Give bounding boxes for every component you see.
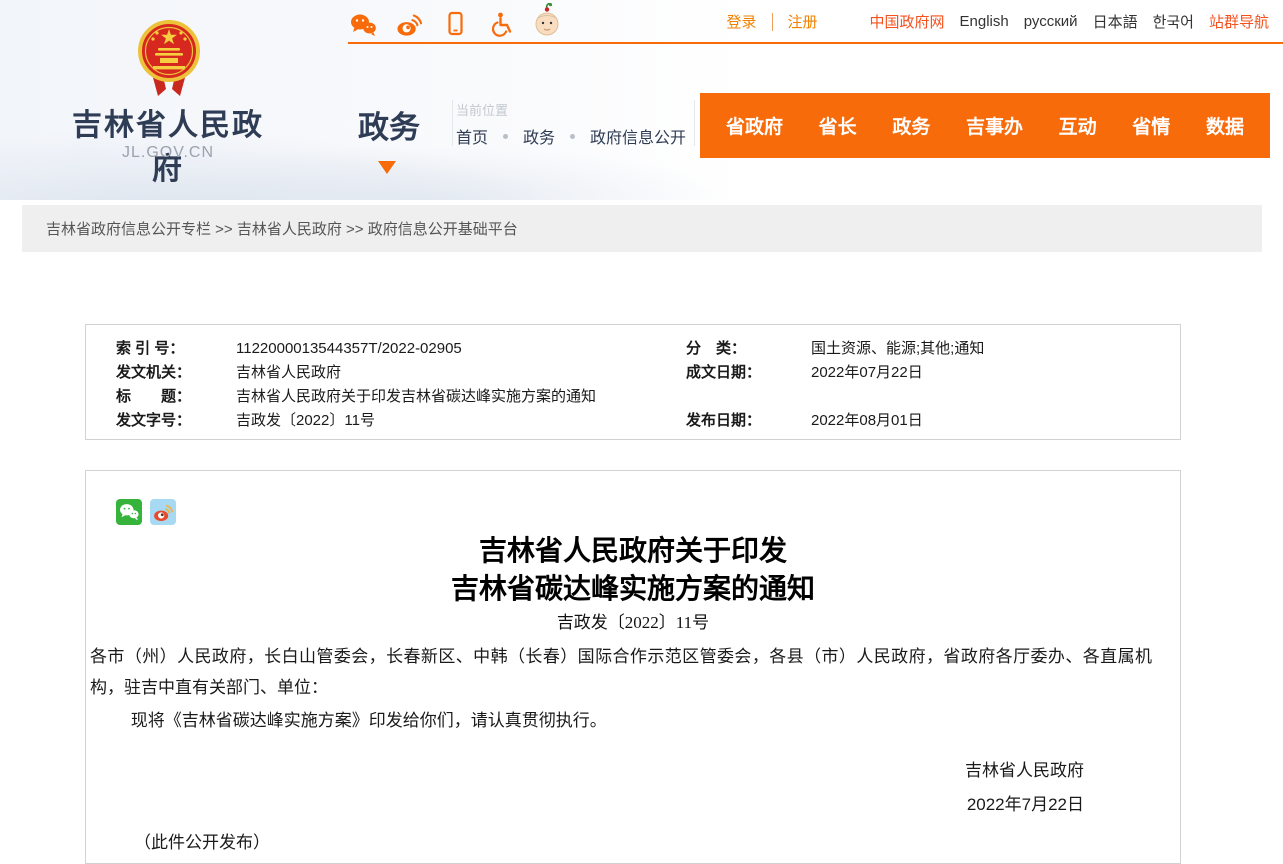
gov-cn-link[interactable]: 中国政府网 xyxy=(870,11,945,32)
meta-value: 吉林省人民政府关于印发吉林省碳达峰实施方案的通知 xyxy=(236,385,596,409)
mobile-icon[interactable] xyxy=(442,5,468,37)
signature-date: 2022年7月22日 xyxy=(86,790,1180,820)
public-release-note: （此件公开发布） xyxy=(134,828,1180,858)
meta-value: 2022年08月01日 xyxy=(811,409,923,433)
wechat-icon[interactable] xyxy=(350,5,376,37)
nav-item-province-info[interactable]: 省情 xyxy=(1132,112,1170,139)
document-title-line1: 吉林省人民政府关于印发 xyxy=(86,533,1180,571)
main-nav: 省政府 省长 政务 吉事办 互动 省情 数据 xyxy=(700,93,1270,158)
lang-english-link[interactable]: English xyxy=(960,13,1009,30)
breadcrumb: 首页 政务 政府信息公开 xyxy=(456,124,686,148)
lang-russian-link[interactable]: русский xyxy=(1024,13,1078,30)
site-domain: JL.GOV.CN xyxy=(70,144,266,162)
nav-item-provincial-gov[interactable]: 省政府 xyxy=(726,112,783,139)
meta-written-date: 成文日期： 2022年07月22日 xyxy=(686,361,761,385)
platform-path-bar: 吉林省政府信息公开专栏 >> 吉林省人民政府 >> 政府信息公开基础平台 xyxy=(22,205,1262,252)
meta-title: 标 题： 吉林省人民政府关于印发吉林省碳达峰实施方案的通知 xyxy=(116,385,191,409)
document-number: 吉政发〔2022〕11号 xyxy=(86,611,1180,635)
breadcrumb-separator-dot xyxy=(570,134,575,139)
nav-item-interaction[interactable]: 互动 xyxy=(1059,112,1097,139)
document-paragraph-recipients: 各市（州）人民政府，长白山管委会，长春新区、中韩（长春）国际合作示范区管委会，各… xyxy=(90,641,1152,703)
nav-item-zhengwu[interactable]: 政务 xyxy=(892,112,930,139)
lang-japanese-link[interactable]: 日本語 xyxy=(1093,11,1138,32)
nav-item-jishiban[interactable]: 吉事办 xyxy=(966,112,1023,139)
meta-label: 标 题： xyxy=(116,388,191,405)
breadcrumb-separator-dot xyxy=(503,134,508,139)
meta-label: 发文字号： xyxy=(116,412,191,429)
breadcrumb-home[interactable]: 首页 xyxy=(456,124,488,148)
breadcrumb-info-disclosure[interactable]: 政府信息公开 xyxy=(590,124,686,148)
meta-label: 分 类： xyxy=(686,340,746,357)
meta-issuing-agency: 发文机关： 吉林省人民政府 xyxy=(116,361,191,385)
document-paragraph-body: 现将《吉林省碳达峰实施方案》印发给你们，请认真贯彻执行。 xyxy=(90,705,1152,736)
wechat-share-icon[interactable] xyxy=(116,499,142,525)
section-title: 政务 xyxy=(358,102,420,147)
document-content-box: 吉林省人民政府关于印发 吉林省碳达峰实施方案的通知 吉政发〔2022〕11号 各… xyxy=(85,470,1181,864)
nav-item-data[interactable]: 数据 xyxy=(1206,112,1244,139)
meta-value: 2022年07月22日 xyxy=(811,361,923,385)
signature-name: 吉林省人民政府 xyxy=(86,756,1180,786)
meta-doc-number: 发文字号： 吉政发〔2022〕11号 xyxy=(116,409,191,433)
page: 登录 注册 中国政府网 English русский 日本語 한국어 站群导航 xyxy=(0,0,1283,864)
document-title-line2: 吉林省碳达峰实施方案的通知 xyxy=(86,571,1180,609)
vertical-divider xyxy=(694,100,695,146)
meta-label: 发文机关： xyxy=(116,364,191,381)
lang-korean-link[interactable]: 한국어 xyxy=(1153,11,1194,32)
meta-value: 国土资源、能源;其他;通知 xyxy=(811,337,984,361)
meta-label: 发布日期： xyxy=(686,412,761,429)
meta-label: 索 引 号： xyxy=(116,340,184,357)
weibo-share-icon[interactable] xyxy=(150,499,176,525)
vertical-divider xyxy=(452,100,453,146)
meta-index-number: 索 引 号： 1122000013544357T/2022-02905 xyxy=(116,337,184,361)
meta-value: 吉林省人民政府 xyxy=(236,361,341,385)
topbar-divider-line xyxy=(348,42,1283,44)
login-link[interactable]: 登录 xyxy=(726,11,756,32)
meta-value: 吉政发〔2022〕11号 xyxy=(236,409,375,433)
meta-value: 1122000013544357T/2022-02905 xyxy=(236,337,462,361)
accessibility-icon[interactable] xyxy=(488,5,514,37)
meta-category: 分 类： 国土资源、能源;其他;通知 xyxy=(686,337,746,361)
site-group-nav-link[interactable]: 站群导航 xyxy=(1209,11,1269,32)
topbar-links: 登录 注册 中国政府网 English русский 日本語 한국어 站群导航 xyxy=(726,11,1269,32)
document-metadata-box: 索 引 号： 1122000013544357T/2022-02905 发文机关… xyxy=(85,324,1181,440)
topbar-icons xyxy=(350,5,560,37)
breadcrumb-zhengwu[interactable]: 政务 xyxy=(523,124,555,148)
meta-label: 成文日期： xyxy=(686,364,761,381)
platform-path-text[interactable]: 吉林省政府信息公开专栏 >> 吉林省人民政府 >> 政府信息公开基础平台 xyxy=(46,218,518,239)
national-emblem-logo[interactable] xyxy=(138,18,200,107)
share-icons-row xyxy=(116,499,1180,525)
weibo-icon[interactable] xyxy=(396,5,422,37)
register-link[interactable]: 注册 xyxy=(788,11,818,32)
current-location-label: 当前位置 xyxy=(456,100,508,119)
nav-item-governor[interactable]: 省长 xyxy=(819,112,857,139)
meta-publish-date: 发布日期： 2022年08月01日 xyxy=(686,409,761,433)
mascot-icon[interactable] xyxy=(534,5,560,37)
section-caret-down-icon xyxy=(378,161,396,174)
login-register-divider xyxy=(772,13,773,31)
